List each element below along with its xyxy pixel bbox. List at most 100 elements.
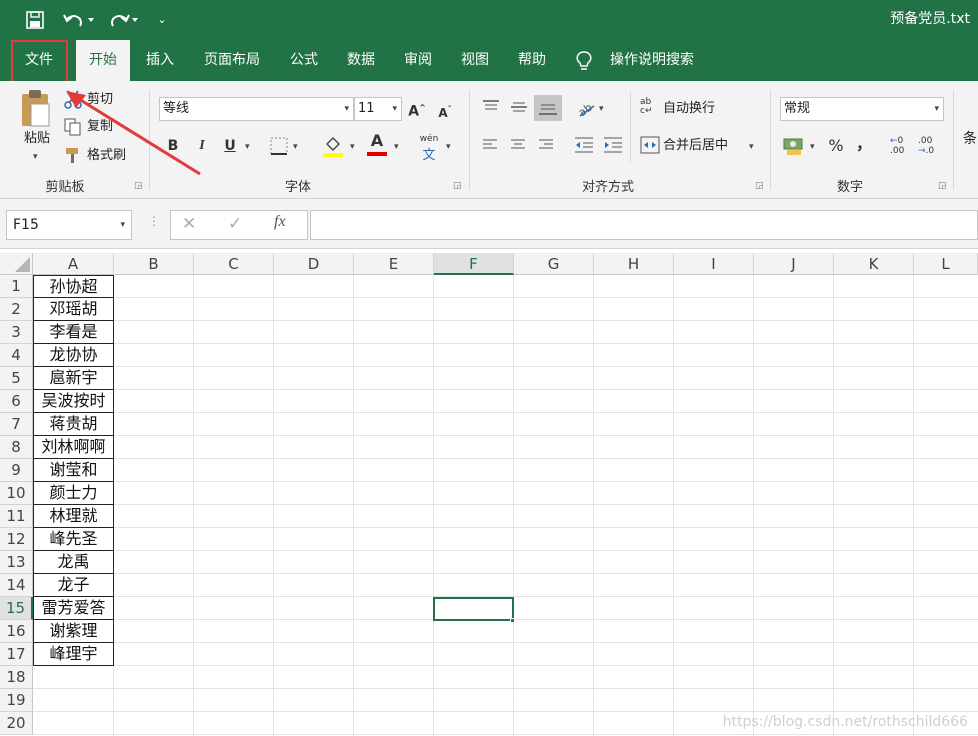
column-header-a[interactable]: A xyxy=(33,253,114,275)
formula-input[interactable] xyxy=(310,210,978,240)
align-right-icon[interactable] xyxy=(538,138,558,154)
font-color-icon[interactable]: A xyxy=(366,132,388,158)
comma-style-button[interactable]: ， xyxy=(856,132,872,156)
percent-style-button[interactable]: % xyxy=(826,134,846,158)
name-box[interactable]: F15 ▾ xyxy=(6,210,132,240)
cell-a9[interactable]: 谢莹和 xyxy=(33,459,114,482)
tab-help[interactable]: 帮助 xyxy=(508,40,556,81)
alignment-launcher-icon[interactable]: ◲ xyxy=(755,181,764,191)
underline-button[interactable]: U xyxy=(220,134,240,158)
borders-dropdown-icon[interactable]: ▾ xyxy=(293,142,298,152)
column-header-l[interactable]: L xyxy=(914,253,978,275)
row-header-11[interactable]: 11 xyxy=(0,505,33,528)
column-header-i[interactable]: I xyxy=(674,253,754,275)
phonetic-dropdown-icon[interactable]: ▾ xyxy=(446,142,451,152)
row-header-18[interactable]: 18 xyxy=(0,666,33,689)
insert-function-icon[interactable]: fx xyxy=(274,213,286,231)
align-center-icon[interactable] xyxy=(510,138,530,154)
cell-a11[interactable]: 林理就 xyxy=(33,505,114,528)
row-header-10[interactable]: 10 xyxy=(0,482,33,505)
tab-insert[interactable]: 插入 xyxy=(136,40,184,81)
align-middle-icon[interactable] xyxy=(510,99,530,117)
row-header-9[interactable]: 9 xyxy=(0,459,33,482)
borders-icon[interactable] xyxy=(270,137,290,155)
clipboard-launcher-icon[interactable]: ◲ xyxy=(134,181,143,191)
cell-a5[interactable]: 扈新宇 xyxy=(33,367,114,390)
cell-a15[interactable]: 雷芳爱答 xyxy=(33,597,114,620)
cancel-icon[interactable]: ✕ xyxy=(182,214,196,234)
cell-a1[interactable]: 孙协超 xyxy=(33,275,114,298)
grow-font-icon[interactable]: A^ xyxy=(408,96,426,124)
cell-a16[interactable]: 谢紫理 xyxy=(33,620,114,643)
merge-center-button[interactable]: 合并后居中 xyxy=(663,135,728,157)
row-header-16[interactable]: 16 xyxy=(0,620,33,643)
align-top-icon[interactable] xyxy=(482,99,502,117)
fill-color-dropdown-icon[interactable]: ▾ xyxy=(350,142,355,152)
paste-button[interactable]: 粘贴 xyxy=(20,128,54,150)
row-header-7[interactable]: 7 xyxy=(0,413,33,436)
row-header-17[interactable]: 17 xyxy=(0,643,33,666)
wrap-text-button[interactable]: 自动换行 xyxy=(663,98,715,120)
font-color-dropdown-icon[interactable]: ▾ xyxy=(394,142,399,152)
tell-me-search[interactable]: 操作说明搜索 xyxy=(604,40,700,81)
active-cell-f15[interactable] xyxy=(433,597,514,621)
cell-a2[interactable]: 邓瑶胡 xyxy=(33,298,114,321)
cell-a3[interactable]: 李看是 xyxy=(33,321,114,344)
accounting-dropdown-icon[interactable]: ▾ xyxy=(810,142,815,152)
cell-a17[interactable]: 峰理宇 xyxy=(33,643,114,666)
decrease-indent-icon[interactable] xyxy=(574,136,596,156)
increase-indent-icon[interactable] xyxy=(603,136,625,156)
row-header-4[interactable]: 4 xyxy=(0,344,33,367)
row-header-19[interactable]: 19 xyxy=(0,689,33,712)
enter-icon[interactable]: ✓ xyxy=(228,214,242,234)
customize-qat-icon[interactable]: ⌄ xyxy=(152,0,172,40)
merge-dropdown-icon[interactable]: ▾ xyxy=(749,142,754,152)
cell-a4[interactable]: 龙协协 xyxy=(33,344,114,367)
column-header-f[interactable]: F xyxy=(434,253,514,275)
tab-data[interactable]: 数据 xyxy=(337,40,385,81)
align-bottom-icon[interactable] xyxy=(534,95,562,121)
column-header-c[interactable]: C xyxy=(194,253,274,275)
undo-icon[interactable] xyxy=(60,0,98,44)
column-header-k[interactable]: K xyxy=(834,253,914,275)
tab-view[interactable]: 视图 xyxy=(451,40,499,81)
save-icon[interactable] xyxy=(22,0,48,44)
cell-a10[interactable]: 颜士力 xyxy=(33,482,114,505)
row-header-14[interactable]: 14 xyxy=(0,574,33,597)
font-size-dropdown[interactable]: 11 ▾ xyxy=(354,97,402,121)
row-header-5[interactable]: 5 xyxy=(0,367,33,390)
row-header-1[interactable]: 1 xyxy=(0,275,33,298)
column-header-h[interactable]: H xyxy=(594,253,674,275)
cell-a8[interactable]: 刘林啊啊 xyxy=(33,436,114,459)
row-header-20[interactable]: 20 xyxy=(0,712,33,735)
tab-review[interactable]: 审阅 xyxy=(394,40,442,81)
align-left-icon[interactable] xyxy=(482,138,502,154)
shrink-font-icon[interactable]: Aˇ xyxy=(436,98,454,125)
tab-home[interactable]: 开始 xyxy=(76,40,130,81)
cell-a7[interactable]: 蒋贵胡 xyxy=(33,413,114,436)
row-header-6[interactable]: 6 xyxy=(0,390,33,413)
row-header-13[interactable]: 13 xyxy=(0,551,33,574)
cell-a13[interactable]: 龙禹 xyxy=(33,551,114,574)
fill-color-icon[interactable] xyxy=(322,134,344,158)
cell-a12[interactable]: 峰先圣 xyxy=(33,528,114,551)
column-header-d[interactable]: D xyxy=(274,253,354,275)
column-header-e[interactable]: E xyxy=(354,253,434,275)
underline-dropdown-icon[interactable]: ▾ xyxy=(245,142,250,152)
column-header-g[interactable]: G xyxy=(514,253,594,275)
row-header-8[interactable]: 8 xyxy=(0,436,33,459)
orientation-dropdown-icon[interactable]: ▾ xyxy=(599,104,604,114)
tab-page-layout[interactable]: 页面布局 xyxy=(196,40,268,81)
row-header-2[interactable]: 2 xyxy=(0,298,33,321)
number-launcher-icon[interactable]: ◲ xyxy=(938,181,947,191)
phonetic-guide-icon[interactable]: wén 文 xyxy=(418,134,440,163)
column-header-j[interactable]: J xyxy=(754,253,834,275)
number-format-dropdown[interactable]: 常规 ▾ xyxy=(780,97,944,121)
tab-formulas[interactable]: 公式 xyxy=(280,40,328,81)
increase-decimal-icon[interactable]: ←0.00 xyxy=(890,136,914,158)
conditional-format-partial[interactable]: 条 xyxy=(963,128,977,150)
row-header-12[interactable]: 12 xyxy=(0,528,33,551)
accounting-format-icon[interactable] xyxy=(783,136,805,156)
row-header-3[interactable]: 3 xyxy=(0,321,33,344)
orientation-icon[interactable]: ab xyxy=(576,97,598,120)
